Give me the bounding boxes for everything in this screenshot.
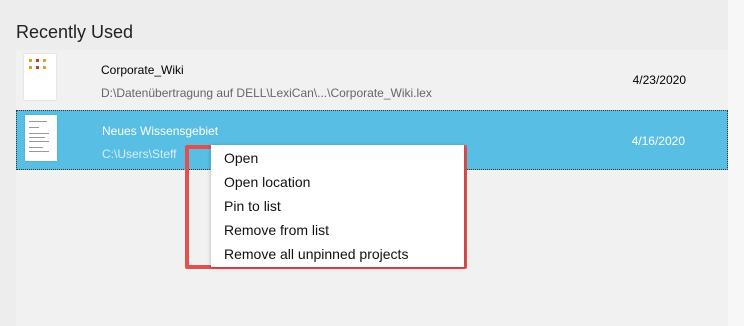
project-date: 4/16/2020 (631, 134, 685, 148)
menu-item-remove-all-unpinned[interactable]: Remove all unpinned projects (224, 243, 408, 265)
recent-project-row[interactable]: Corporate_Wiki D:\Datenübertragung auf D… (16, 50, 728, 110)
menu-item-remove-from-list[interactable]: Remove from list (224, 219, 329, 241)
menu-item-pin-to-list[interactable]: Pin to list (224, 195, 281, 217)
project-name: Corporate_Wiki (101, 63, 184, 77)
scroll-gutter (728, 0, 744, 326)
context-menu: Open Open location Pin to list Remove fr… (211, 145, 464, 267)
page-title: Recently Used (16, 22, 134, 42)
menu-item-open-location[interactable]: Open location (224, 171, 310, 193)
project-name: Neues Wissensgebiet (102, 124, 219, 138)
document-thumbnail-icon (24, 54, 56, 100)
project-path: D:\Datenübertragung auf DELL\LexiCan\...… (101, 86, 432, 100)
document-thumbnail-icon (25, 115, 57, 161)
project-date: 4/23/2020 (632, 73, 686, 87)
menu-item-open[interactable]: Open (224, 147, 258, 169)
project-path: C:\Users\Steff (102, 147, 177, 161)
